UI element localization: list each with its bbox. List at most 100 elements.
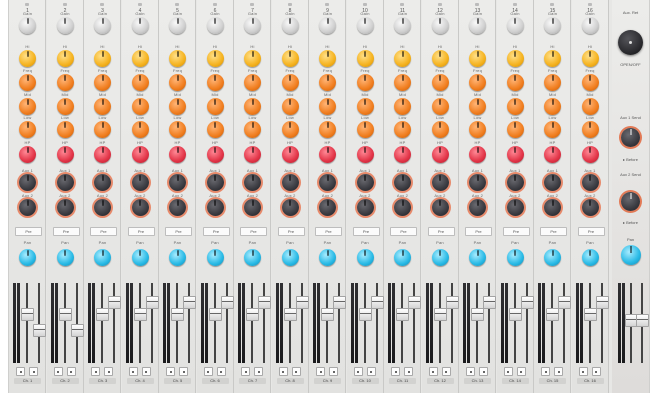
fader-right[interactable] xyxy=(558,295,571,309)
freq-knob[interactable] xyxy=(356,74,374,91)
hp-knob[interactable] xyxy=(506,146,524,163)
pan-knob[interactable] xyxy=(356,249,374,266)
fader-left[interactable] xyxy=(21,308,34,322)
gain-knob[interactable] xyxy=(319,17,336,34)
hp-knob[interactable] xyxy=(394,146,411,163)
aux1-knob[interactable] xyxy=(581,174,599,191)
hi-knob[interactable] xyxy=(394,50,411,67)
aux2-knob[interactable] xyxy=(244,199,261,216)
freq-knob[interactable] xyxy=(281,74,299,91)
pre-button[interactable]: Pre xyxy=(90,227,117,236)
pre-button[interactable]: Pre xyxy=(240,227,267,236)
freq-knob[interactable] xyxy=(94,74,111,91)
solo-button[interactable] xyxy=(554,367,563,376)
low-knob[interactable] xyxy=(319,121,336,138)
fader-left[interactable] xyxy=(171,308,184,322)
pre-button[interactable]: Pre xyxy=(277,227,305,236)
mute-button[interactable] xyxy=(428,367,438,376)
aux1-knob[interactable] xyxy=(131,174,149,191)
aux2-knob[interactable] xyxy=(56,199,74,216)
hi-knob[interactable] xyxy=(281,50,299,67)
aux2-knob[interactable] xyxy=(19,199,36,216)
fader-left[interactable] xyxy=(433,308,447,322)
hi-knob[interactable] xyxy=(581,50,599,67)
mid-knob[interactable] xyxy=(169,98,186,115)
solo-button[interactable] xyxy=(66,367,76,376)
hi-knob[interactable] xyxy=(206,50,224,67)
gain-knob[interactable] xyxy=(544,17,561,34)
mute-button[interactable] xyxy=(166,367,175,376)
mid-knob[interactable] xyxy=(394,98,411,115)
pan-knob[interactable] xyxy=(169,249,186,266)
pan-knob[interactable] xyxy=(56,249,74,266)
fader-right[interactable] xyxy=(445,295,459,309)
fader-right[interactable] xyxy=(108,295,121,309)
fader-right[interactable] xyxy=(70,324,84,338)
low-knob[interactable] xyxy=(356,121,374,138)
mute-button[interactable] xyxy=(353,367,363,376)
aux2-knob[interactable] xyxy=(506,199,524,216)
mid-knob[interactable] xyxy=(544,98,561,115)
solo-button[interactable] xyxy=(516,367,526,376)
hi-knob[interactable] xyxy=(94,50,111,67)
pan-knob[interactable] xyxy=(244,249,261,266)
low-knob[interactable] xyxy=(506,121,524,138)
aux1-send-knob[interactable] xyxy=(621,128,640,147)
solo-button[interactable] xyxy=(291,367,301,376)
pan-knob[interactable] xyxy=(394,249,411,266)
fader-left[interactable] xyxy=(471,308,484,322)
hp-knob[interactable] xyxy=(206,146,224,163)
aux2-knob[interactable] xyxy=(356,199,374,216)
mid-knob[interactable] xyxy=(19,98,36,115)
solo-button[interactable] xyxy=(216,367,226,376)
aux-return-knob[interactable] xyxy=(618,30,643,55)
gain-knob[interactable] xyxy=(281,17,299,34)
fader-left[interactable] xyxy=(546,308,559,322)
pan-knob[interactable] xyxy=(281,249,299,266)
hp-knob[interactable] xyxy=(544,146,561,163)
hi-knob[interactable] xyxy=(319,50,336,67)
fader-left[interactable] xyxy=(396,308,409,322)
pre-button[interactable]: Pre xyxy=(465,227,492,236)
pan-knob[interactable] xyxy=(544,249,561,266)
aux1-knob[interactable] xyxy=(431,174,449,191)
pan-knob[interactable] xyxy=(431,249,449,266)
fader-right[interactable] xyxy=(33,324,46,338)
aux2-knob[interactable] xyxy=(431,199,449,216)
solo-button[interactable] xyxy=(404,367,413,376)
gain-knob[interactable] xyxy=(581,17,599,34)
freq-knob[interactable] xyxy=(469,74,486,91)
low-knob[interactable] xyxy=(19,121,36,138)
pre-button[interactable]: Pre xyxy=(502,227,530,236)
pre-button[interactable]: Pre xyxy=(15,227,42,236)
gain-knob[interactable] xyxy=(431,17,449,34)
low-knob[interactable] xyxy=(206,121,224,138)
aux1-knob[interactable] xyxy=(244,174,261,191)
hp-knob[interactable] xyxy=(281,146,299,163)
mid-knob[interactable] xyxy=(581,98,599,115)
gain-knob[interactable] xyxy=(506,17,524,34)
hi-knob[interactable] xyxy=(356,50,374,67)
fader-left[interactable] xyxy=(133,308,147,322)
aux2-knob[interactable] xyxy=(281,199,299,216)
hp-knob[interactable] xyxy=(319,146,336,163)
pan-knob[interactable] xyxy=(131,249,149,266)
hp-knob[interactable] xyxy=(244,146,261,163)
pre-button[interactable]: Pre xyxy=(315,227,342,236)
fader-left[interactable] xyxy=(508,308,522,322)
low-knob[interactable] xyxy=(94,121,111,138)
mute-button[interactable] xyxy=(541,367,550,376)
fader-left[interactable] xyxy=(96,308,109,322)
mid-knob[interactable] xyxy=(356,98,374,115)
pan-knob[interactable] xyxy=(469,249,486,266)
fader-left[interactable] xyxy=(283,308,297,322)
pre-button[interactable]: Pre xyxy=(127,227,155,236)
master-pan-knob[interactable] xyxy=(621,245,641,265)
fader-left[interactable] xyxy=(208,308,222,322)
pan-knob[interactable] xyxy=(506,249,524,266)
fader-left[interactable] xyxy=(583,308,597,322)
pre-button[interactable]: Pre xyxy=(577,227,605,236)
gain-knob[interactable] xyxy=(469,17,486,34)
fader-left[interactable] xyxy=(321,308,334,322)
solo-button[interactable] xyxy=(104,367,113,376)
